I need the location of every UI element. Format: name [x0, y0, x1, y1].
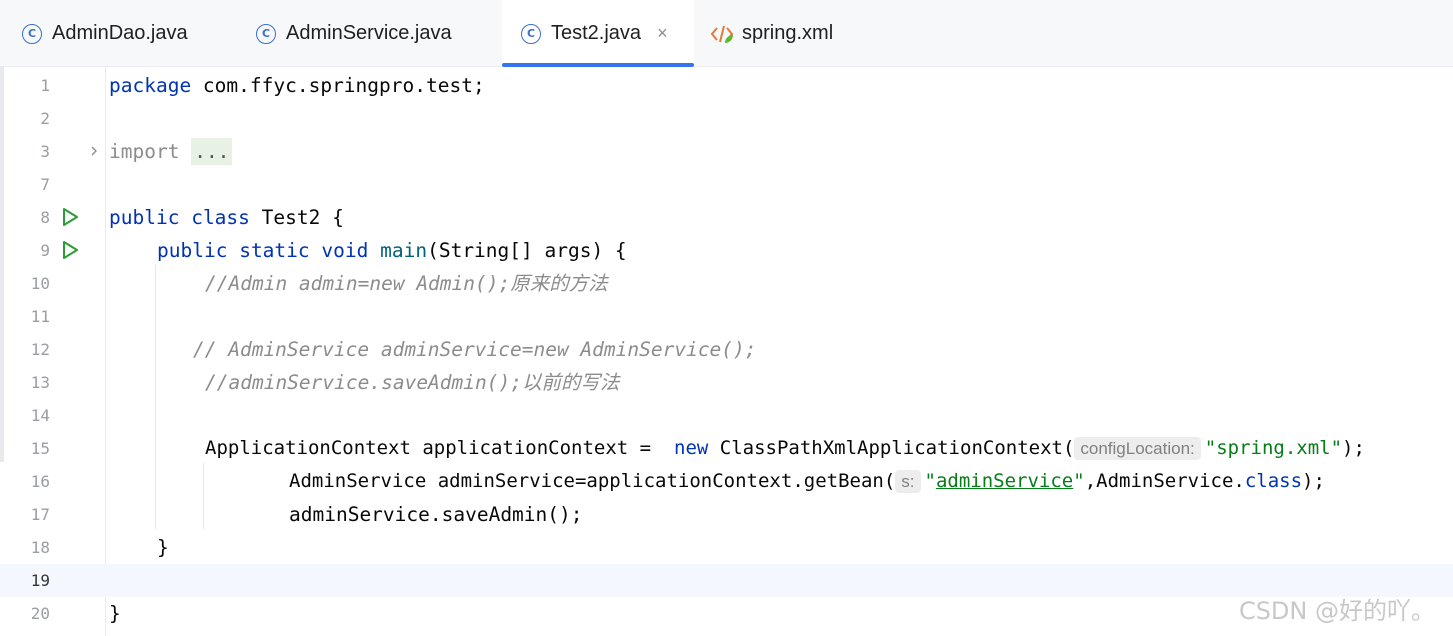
- code-line: 16 AdminService adminService=application…: [0, 465, 1453, 498]
- line-number: 13: [30, 373, 50, 392]
- tab-spring-xml[interactable]: spring.xml: [710, 0, 833, 67]
- line-number: 10: [30, 274, 50, 293]
- code-token: );: [1342, 437, 1365, 459]
- code-line: 12 // AdminService adminService=new Admi…: [0, 333, 1453, 366]
- code-text: }: [157, 536, 169, 559]
- run-icon[interactable]: [60, 207, 80, 227]
- code-line: 14: [0, 399, 1453, 432]
- code-line: 8 public class Test2 {: [0, 201, 1453, 234]
- code-line: 2: [0, 102, 1453, 135]
- keyword: public: [109, 206, 180, 229]
- code-text: adminService.saveAdmin();: [289, 503, 583, 526]
- line-number: 16: [30, 472, 50, 491]
- keyword: package: [109, 74, 192, 97]
- line-number: 14: [30, 406, 50, 425]
- bean-reference-link[interactable]: adminService: [936, 470, 1073, 492]
- code-line: 10 //Admin admin=new Admin();原来的方法: [0, 267, 1453, 300]
- line-number: 3: [40, 142, 50, 161]
- tab-admindao[interactable]: C AdminDao.java: [22, 0, 188, 67]
- code-text: }: [109, 602, 121, 625]
- keyword: class: [191, 206, 250, 229]
- code-line: 20 }: [0, 597, 1453, 630]
- tab-label: spring.xml: [742, 22, 834, 44]
- chevron-right-icon[interactable]: [88, 145, 100, 157]
- code-comment: //adminService.saveAdmin();以前的写法: [205, 371, 620, 394]
- keyword: static: [239, 239, 310, 262]
- code-line: 13 //adminService.saveAdmin();以前的写法: [0, 366, 1453, 399]
- code-token: ClassPathXmlApplicationContext(: [708, 437, 1075, 459]
- code-line: 3 import ...: [0, 135, 1453, 168]
- line-number: 20: [30, 604, 50, 623]
- line-number: 12: [30, 340, 50, 359]
- code-comment: // AdminService adminService=new AdminSe…: [193, 338, 757, 361]
- keyword: class: [1244, 470, 1303, 492]
- string-literal: "spring.xml": [1204, 437, 1343, 459]
- tab-label: Test2.java: [551, 22, 642, 44]
- class-icon: C: [521, 23, 541, 44]
- line-number: 8: [40, 208, 50, 227]
- editor-tab-bar: C AdminDao.java C AdminService.java C Te…: [0, 0, 1453, 67]
- tab-test2[interactable]: C Test2.java ×: [502, 0, 694, 67]
- code-text: package com.ffyc.springpro.test;: [109, 69, 485, 102]
- code-line: 1 package com.ffyc.springpro.test;: [0, 69, 1453, 102]
- code-line-current[interactable]: 19: [0, 564, 1453, 597]
- keyword: import: [109, 140, 180, 163]
- keyword: new: [674, 437, 709, 459]
- code-token: );: [1302, 470, 1325, 492]
- method-name: main: [380, 239, 428, 262]
- tab-label: AdminService.java: [286, 22, 452, 44]
- line-number: 9: [40, 241, 50, 260]
- line-number: 15: [30, 439, 50, 458]
- run-icon[interactable]: [60, 240, 80, 260]
- line-number: 18: [30, 538, 50, 557]
- code-editor[interactable]: 1 package com.ffyc.springpro.test; 2 3 i…: [0, 67, 1453, 636]
- folded-imports[interactable]: ...: [191, 138, 233, 165]
- code-text: public static void main(String[] args) {: [157, 234, 627, 267]
- code-text: import ...: [109, 135, 233, 168]
- code-line: 11: [0, 300, 1453, 333]
- string-literal: ": [1073, 470, 1085, 492]
- line-number: 7: [40, 175, 50, 194]
- keyword: void: [321, 239, 369, 262]
- code-comment: //Admin admin=new Admin();原来的方法: [205, 272, 608, 295]
- code-token: Test2 {: [249, 206, 344, 229]
- code-text: AdminService adminService=applicationCon…: [289, 465, 1325, 498]
- tab-adminservice[interactable]: C AdminService.java: [256, 0, 452, 67]
- line-number: 17: [30, 505, 50, 524]
- parameter-hint: s:: [895, 470, 921, 493]
- code-line: 17 adminService.saveAdmin();: [0, 498, 1453, 531]
- line-number: 1: [40, 76, 50, 95]
- tab-label: AdminDao.java: [52, 22, 188, 44]
- parameter-hint: configLocation:: [1074, 437, 1201, 460]
- keyword: public: [157, 239, 228, 262]
- code-token: com.ffyc.springpro.test;: [191, 74, 485, 97]
- close-tab-icon[interactable]: ×: [657, 23, 668, 44]
- xml-file-icon: [710, 25, 734, 43]
- class-icon: C: [22, 23, 42, 44]
- code-line: 7: [0, 168, 1453, 201]
- line-number: 11: [30, 307, 50, 326]
- watermark: CSDN @好的吖。: [1238, 597, 1435, 625]
- code-line: 9 public static void main(String[] args)…: [0, 234, 1453, 267]
- code-token: AdminService adminService=applicationCon…: [289, 470, 896, 492]
- code-line: 18 }: [0, 531, 1453, 564]
- code-text: ApplicationContext applicationContext = …: [205, 432, 1365, 465]
- code-token: ,AdminService.: [1084, 470, 1245, 492]
- line-number: 19: [30, 571, 50, 590]
- code-token: (String[] args) {: [427, 239, 627, 262]
- code-token: ApplicationContext applicationContext =: [205, 437, 663, 459]
- code-line: 15 ApplicationContext applicationContext…: [0, 432, 1453, 465]
- code-text: public class Test2 {: [109, 201, 344, 234]
- class-icon: C: [256, 23, 276, 44]
- string-literal: ": [924, 470, 936, 492]
- line-number: 2: [40, 109, 50, 128]
